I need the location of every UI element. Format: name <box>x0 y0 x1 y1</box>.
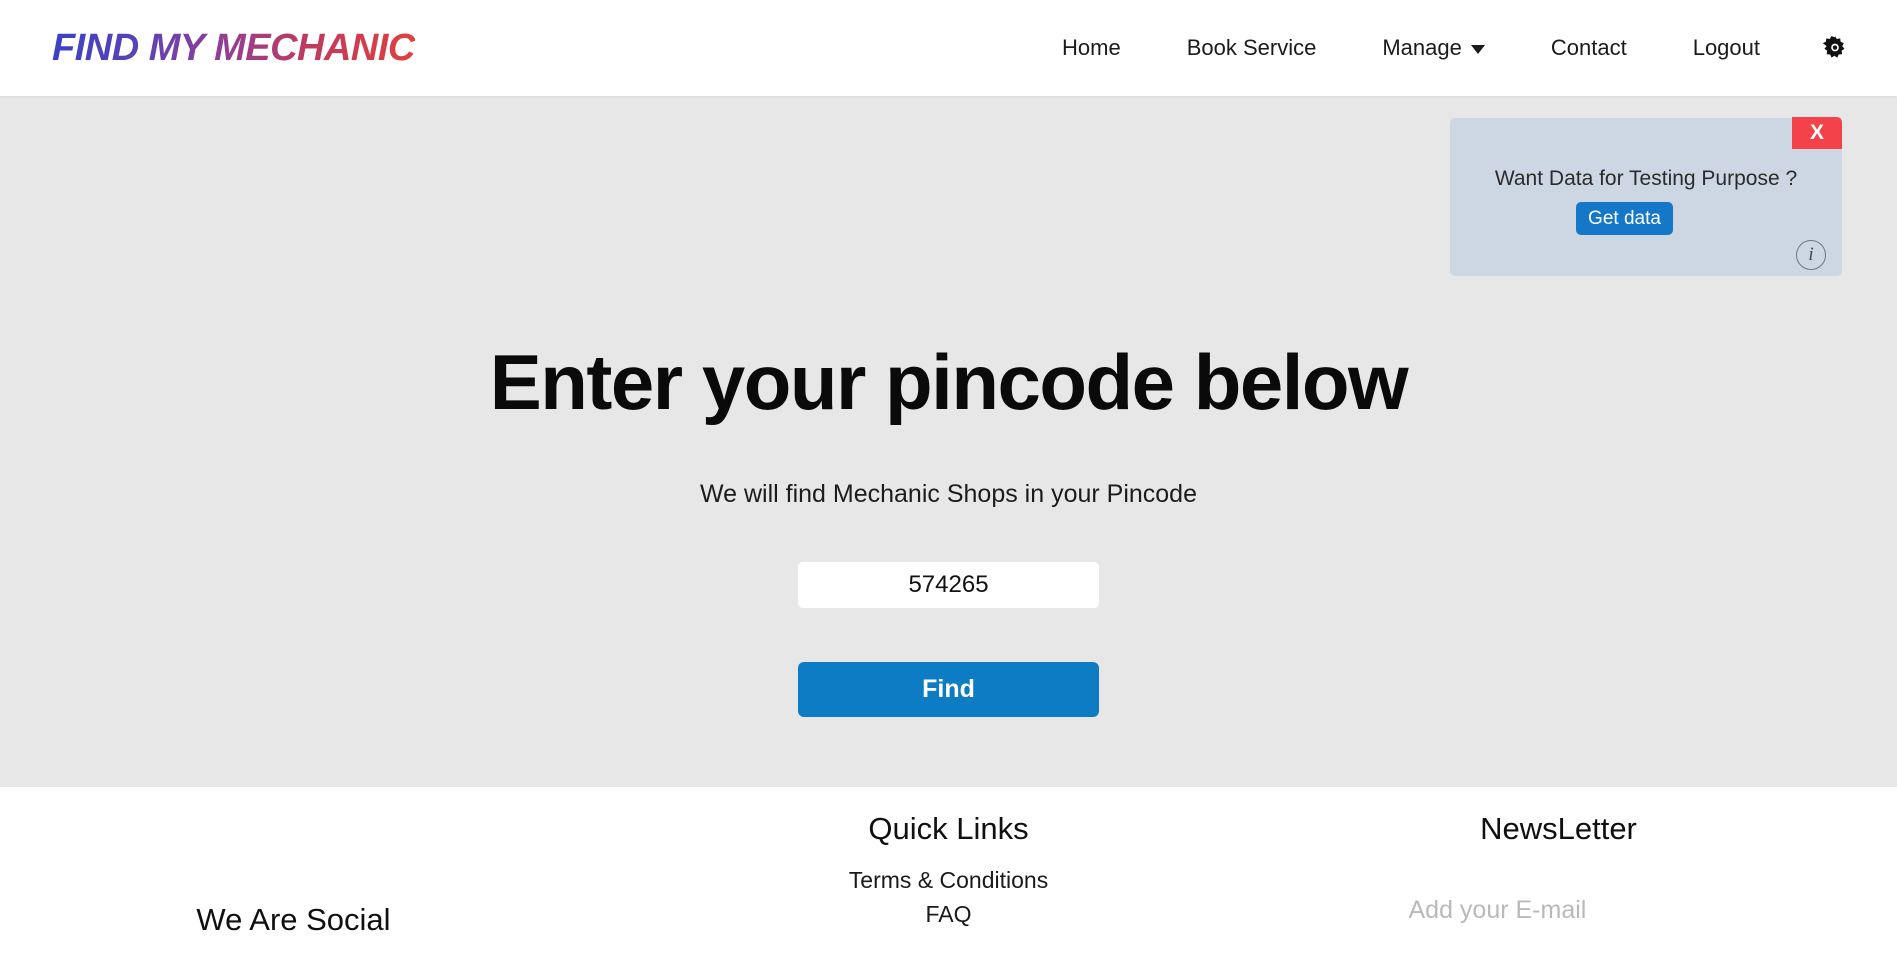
nav-label-manage: Manage <box>1382 35 1462 60</box>
footer-newsletter-heading: NewsLetter <box>1480 811 1637 846</box>
nav-item-home[interactable]: Home <box>1062 27 1121 69</box>
footer-newsletter-column: NewsLetter <box>1340 787 1777 927</box>
footer-link-terms[interactable]: Terms & Conditions <box>790 867 1107 894</box>
popup-message: Want Data for Testing Purpose ? <box>1494 167 1798 190</box>
brand-logo[interactable]: FIND MY MECHANIC <box>52 27 415 70</box>
get-data-button[interactable]: Get data <box>1576 202 1673 235</box>
footer-social-column: We Are Social <box>130 787 457 960</box>
page-subtitle: We will find Mechanic Shops in your Pinc… <box>699 480 1197 508</box>
footer-quicklinks-column: Quick Links Terms & Conditions FAQ <box>790 787 1107 928</box>
nav-label-contact: Contact <box>1550 35 1627 60</box>
footer-quicklinks-heading: Quick Links <box>868 811 1029 846</box>
nav-item-contact[interactable]: Contact <box>1551 27 1627 69</box>
main-navigation: Home Book Service Manage Contact Logout <box>1029 27 1857 69</box>
nav-item-logout[interactable]: Logout <box>1693 27 1760 69</box>
chevron-down-icon <box>1470 45 1485 54</box>
nav-item-book-service[interactable]: Book Service <box>1187 27 1317 69</box>
page-title: Enter your pincode below <box>489 338 1409 426</box>
nav-label-logout: Logout <box>1692 35 1760 60</box>
close-icon[interactable]: X <box>1792 117 1842 149</box>
newsletter-email-input[interactable] <box>1408 893 1709 927</box>
site-header: FIND MY MECHANIC Home Book Service Manag… <box>0 0 1897 96</box>
settings-button[interactable] <box>1821 34 1849 62</box>
footer-link-faq[interactable]: FAQ <box>790 901 1107 928</box>
pincode-input[interactable] <box>798 562 1099 608</box>
info-circle-icon[interactable]: i <box>1796 240 1826 270</box>
nav-label-book-service: Book Service <box>1186 35 1317 60</box>
site-footer: We Are Social Quick Links Terms & Condit… <box>0 787 1897 960</box>
page-root: FIND MY MECHANIC Home Book Service Manag… <box>0 0 1897 960</box>
footer-social-heading: We Are Social <box>196 902 391 937</box>
nav-label-home: Home <box>1062 35 1121 60</box>
testing-data-popup: X Want Data for Testing Purpose ? Get da… <box>1450 117 1842 276</box>
find-button[interactable]: Find <box>798 662 1099 717</box>
nav-item-manage[interactable]: Manage <box>1382 27 1485 69</box>
gear-icon <box>1822 36 1845 58</box>
